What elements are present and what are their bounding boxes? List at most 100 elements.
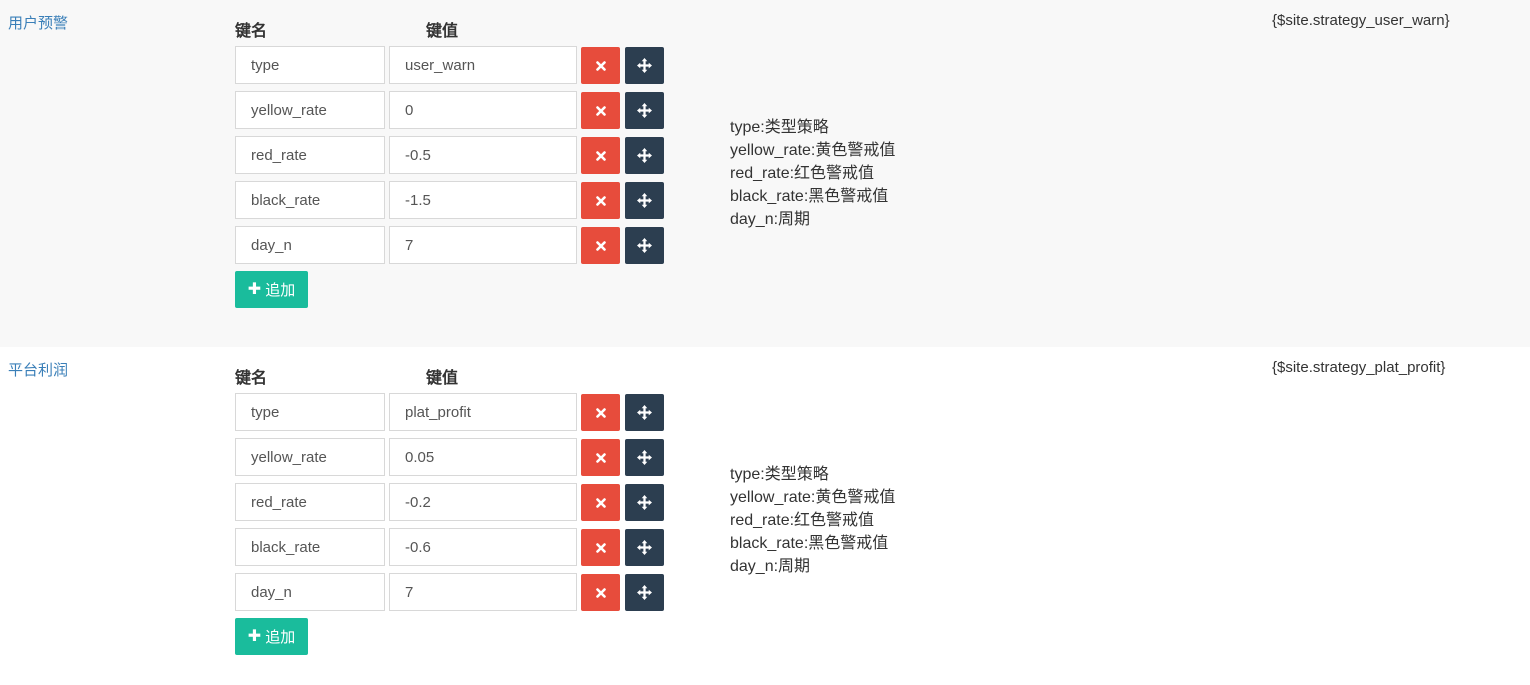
help-text: type:类型策略 yellow_rate:黄色警戒值 red_rate:红色警戒值… [730, 463, 895, 578]
drag-row-button[interactable] [625, 182, 664, 219]
drag-row-button[interactable] [625, 529, 664, 566]
delete-row-button[interactable] [581, 227, 620, 264]
drag-row-button[interactable] [625, 92, 664, 129]
value-input[interactable] [389, 483, 577, 521]
key-value-row [235, 483, 675, 521]
help-line: black_rate:黑色警戒值 [730, 188, 889, 205]
arrows-move-icon [637, 540, 652, 555]
value-input[interactable] [389, 393, 577, 431]
key-input[interactable] [235, 91, 385, 129]
times-icon [595, 542, 606, 553]
template-variable: {$site.strategy_plat_profit} [1272, 359, 1446, 376]
config-section: 用户预警键名键值 ✚追加type:类型策略yellow_rate:黄色警 [0, 0, 1530, 347]
value-input[interactable] [389, 573, 577, 611]
section-title[interactable]: 平台利润 [8, 359, 68, 380]
key-input[interactable] [235, 438, 385, 476]
help-line: yellow_rate:黄色警戒值 [730, 142, 896, 159]
times-icon [595, 407, 606, 418]
key-value-row [235, 393, 675, 431]
key-input[interactable] [235, 46, 385, 84]
key-value-row [235, 528, 675, 566]
arrows-move-icon [637, 585, 652, 600]
drag-row-button[interactable] [625, 227, 664, 264]
help-line: type:类型策略 [730, 466, 829, 483]
add-row-button[interactable]: ✚ 追加 [235, 271, 308, 308]
plus-icon: ✚ [247, 280, 262, 298]
delete-row-button[interactable] [581, 182, 620, 219]
times-icon [595, 497, 606, 508]
delete-row-button[interactable] [581, 137, 620, 174]
value-input[interactable] [389, 528, 577, 566]
value-input[interactable] [389, 91, 577, 129]
drag-row-button[interactable] [625, 574, 664, 611]
delete-row-button[interactable] [581, 47, 620, 84]
help-line: red_rate:红色警戒值 [730, 512, 875, 529]
arrows-move-icon [637, 450, 652, 465]
add-row-button[interactable]: ✚ 追加 [235, 618, 308, 655]
arrows-move-icon [637, 405, 652, 420]
key-value-row [235, 573, 675, 611]
drag-row-button[interactable] [625, 47, 664, 84]
key-value-row [235, 91, 675, 129]
delete-row-button[interactable] [581, 529, 620, 566]
help-line: day_n:周期 [730, 211, 811, 228]
arrows-move-icon [637, 103, 652, 118]
help-text: type:类型策略 yellow_rate:黄色警戒值 red_rate:红色警戒值… [730, 116, 895, 231]
drag-row-button[interactable] [625, 439, 664, 476]
drag-row-button[interactable] [625, 394, 664, 431]
delete-row-button[interactable] [581, 484, 620, 521]
value-input[interactable] [389, 46, 577, 84]
help-line: day_n:周期 [730, 558, 811, 575]
key-input[interactable] [235, 528, 385, 566]
add-button-label: 追加 [265, 282, 296, 299]
delete-row-button[interactable] [581, 394, 620, 431]
delete-row-button[interactable] [581, 439, 620, 476]
help-line: black_rate:黑色警戒值 [730, 535, 889, 552]
key-value-list [235, 46, 675, 271]
arrows-move-icon [637, 193, 652, 208]
settings-page: 用户预警键名键值 ✚追加type:类型策略yellow_rate:黄色警 [0, 0, 1530, 685]
template-variable: {$site.strategy_user_warn} [1272, 12, 1450, 29]
key-input[interactable] [235, 393, 385, 431]
arrows-move-icon [637, 58, 652, 73]
value-input[interactable] [389, 226, 577, 264]
config-section: 平台利润键名键值 ✚追加type:类型策略yellow_rate:黄色警 [0, 347, 1530, 685]
add-button-label: 追加 [265, 629, 296, 646]
plus-icon: ✚ [247, 627, 262, 645]
help-line: red_rate:红色警戒值 [730, 165, 875, 182]
key-value-row [235, 136, 675, 174]
key-input[interactable] [235, 483, 385, 521]
key-input[interactable] [235, 181, 385, 219]
drag-row-button[interactable] [625, 484, 664, 521]
value-column-header: 键值 [426, 23, 459, 40]
key-value-row [235, 438, 675, 476]
times-icon [595, 105, 606, 116]
times-icon [595, 240, 606, 251]
drag-row-button[interactable] [625, 137, 664, 174]
arrows-move-icon [637, 148, 652, 163]
value-input[interactable] [389, 136, 577, 174]
help-line: type:类型策略 [730, 119, 829, 136]
key-value-row [235, 181, 675, 219]
value-input[interactable] [389, 438, 577, 476]
delete-row-button[interactable] [581, 574, 620, 611]
key-input[interactable] [235, 226, 385, 264]
key-column-header: 键名 [235, 23, 268, 40]
key-value-row [235, 226, 675, 264]
delete-row-button[interactable] [581, 92, 620, 129]
arrows-move-icon [637, 495, 652, 510]
value-column-header: 键值 [426, 370, 459, 387]
times-icon [595, 452, 606, 463]
key-value-row [235, 46, 675, 84]
value-input[interactable] [389, 181, 577, 219]
key-input[interactable] [235, 136, 385, 174]
key-column-header: 键名 [235, 370, 268, 387]
times-icon [595, 587, 606, 598]
key-input[interactable] [235, 573, 385, 611]
section-title[interactable]: 用户预警 [8, 12, 68, 33]
key-value-list [235, 393, 675, 618]
times-icon [595, 150, 606, 161]
times-icon [595, 195, 606, 206]
times-icon [595, 60, 606, 71]
help-line: yellow_rate:黄色警戒值 [730, 489, 896, 506]
